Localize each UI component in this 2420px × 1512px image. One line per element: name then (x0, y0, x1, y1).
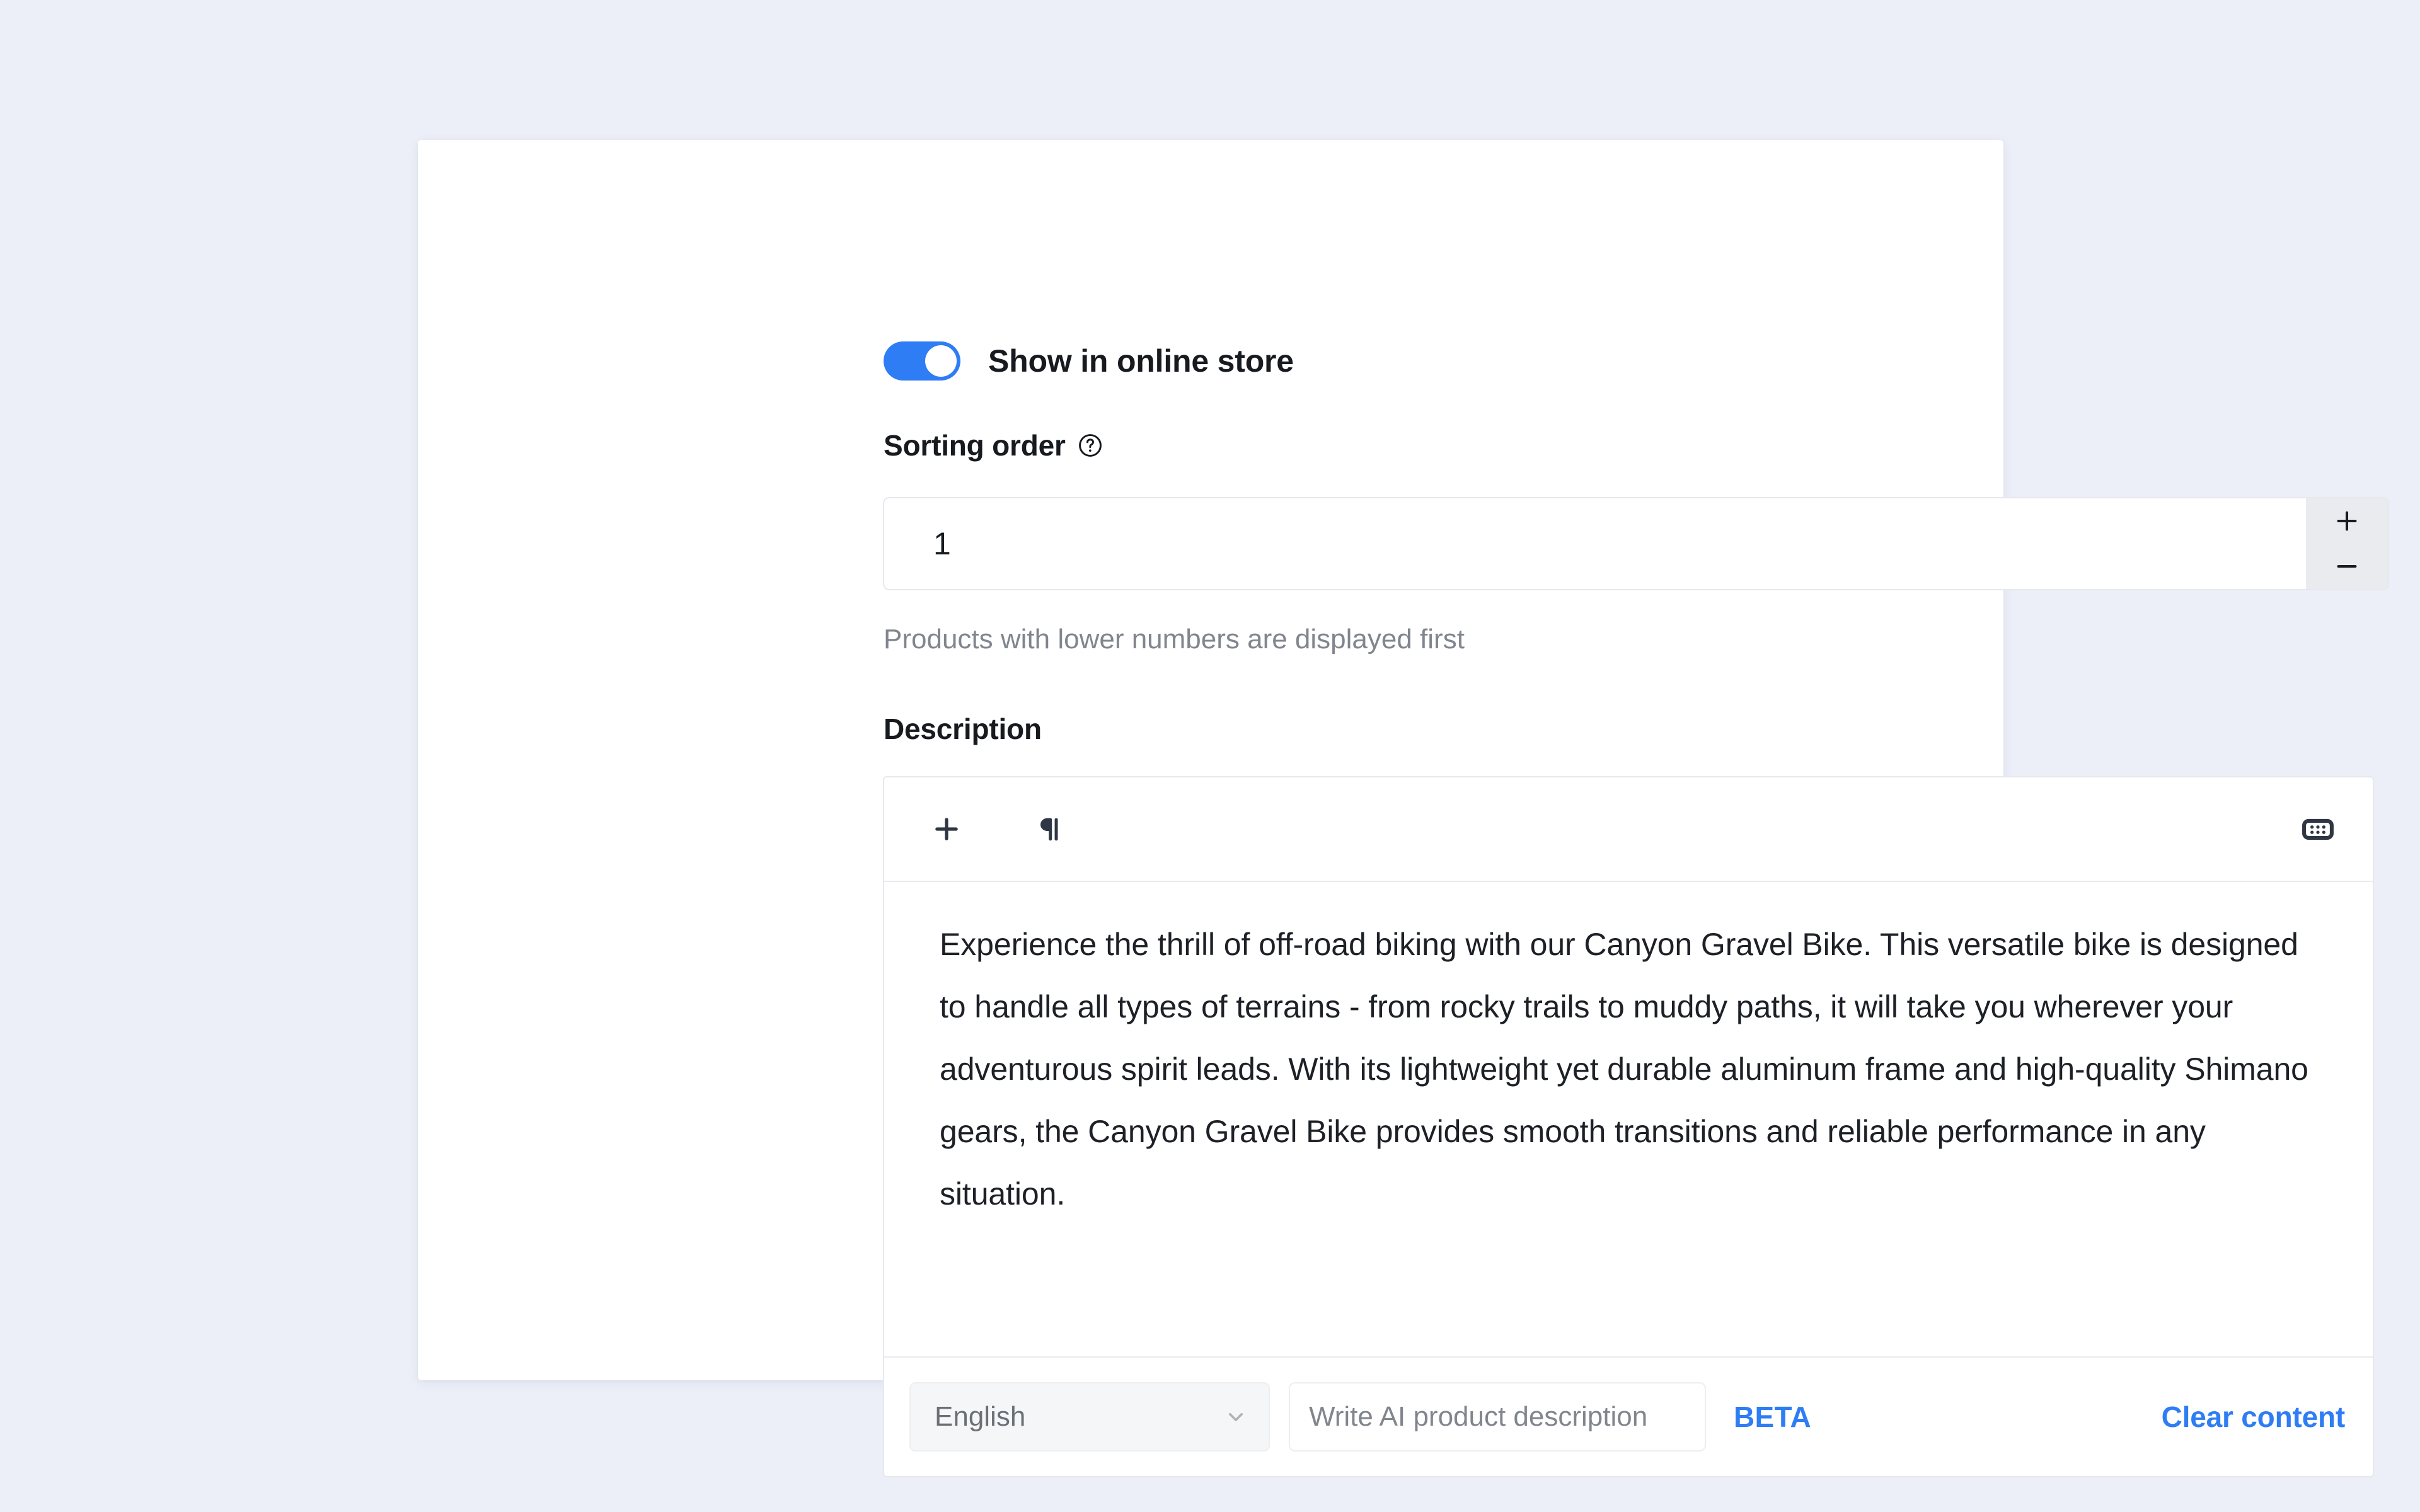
chevron-down-icon (1223, 1404, 1248, 1429)
question-mark-circle-icon[interactable] (1077, 432, 1103, 459)
language-select[interactable]: English (909, 1382, 1270, 1452)
sorting-order-decrement-button[interactable] (2306, 544, 2388, 589)
sorting-order-label: Sorting order (884, 428, 1103, 462)
editor-footer: English Write AI product description BET… (884, 1356, 2373, 1476)
toggle-knob (925, 345, 957, 377)
description-label: Description (884, 712, 1042, 746)
show-in-online-store-row[interactable]: Show in online store (884, 341, 1294, 381)
plus-icon[interactable] (919, 802, 974, 856)
editor-toolbar (884, 777, 2373, 882)
show-in-online-store-label: Show in online store (988, 343, 1294, 379)
ai-product-description-placeholder: Write AI product description (1309, 1401, 1648, 1432)
ai-product-description-input[interactable]: Write AI product description (1289, 1382, 1706, 1452)
description-editor: Experience the thrill of off-road biking… (883, 776, 2374, 1477)
description-body-text[interactable]: Experience the thrill of off-road biking… (940, 914, 2327, 1225)
keyboard-icon[interactable] (2291, 802, 2345, 856)
sorting-order-value[interactable]: 1 (933, 498, 951, 589)
sorting-order-input-wrapper[interactable]: 1 (883, 497, 2389, 590)
product-visibility-card: Show in online store Sorting order 1 Pro… (418, 140, 2389, 1477)
sorting-order-label-text: Sorting order (884, 429, 1066, 462)
beta-badge: BETA (1734, 1400, 1812, 1433)
clear-content-button[interactable]: Clear content (2162, 1400, 2346, 1434)
sorting-order-helper-text: Products with lower numbers are displaye… (884, 624, 1465, 655)
sorting-order-increment-button[interactable] (2306, 498, 2388, 544)
page-root: Show in online store Sorting order 1 Pro… (0, 0, 2420, 1512)
description-label-text: Description (884, 713, 1042, 745)
editor-content-area[interactable]: Experience the thrill of off-road biking… (884, 882, 2373, 1356)
sorting-order-stepper (2306, 498, 2388, 589)
language-select-value: English (935, 1401, 1026, 1432)
pilcrow-icon[interactable] (1022, 802, 1076, 856)
show-in-online-store-toggle[interactable] (884, 341, 960, 381)
